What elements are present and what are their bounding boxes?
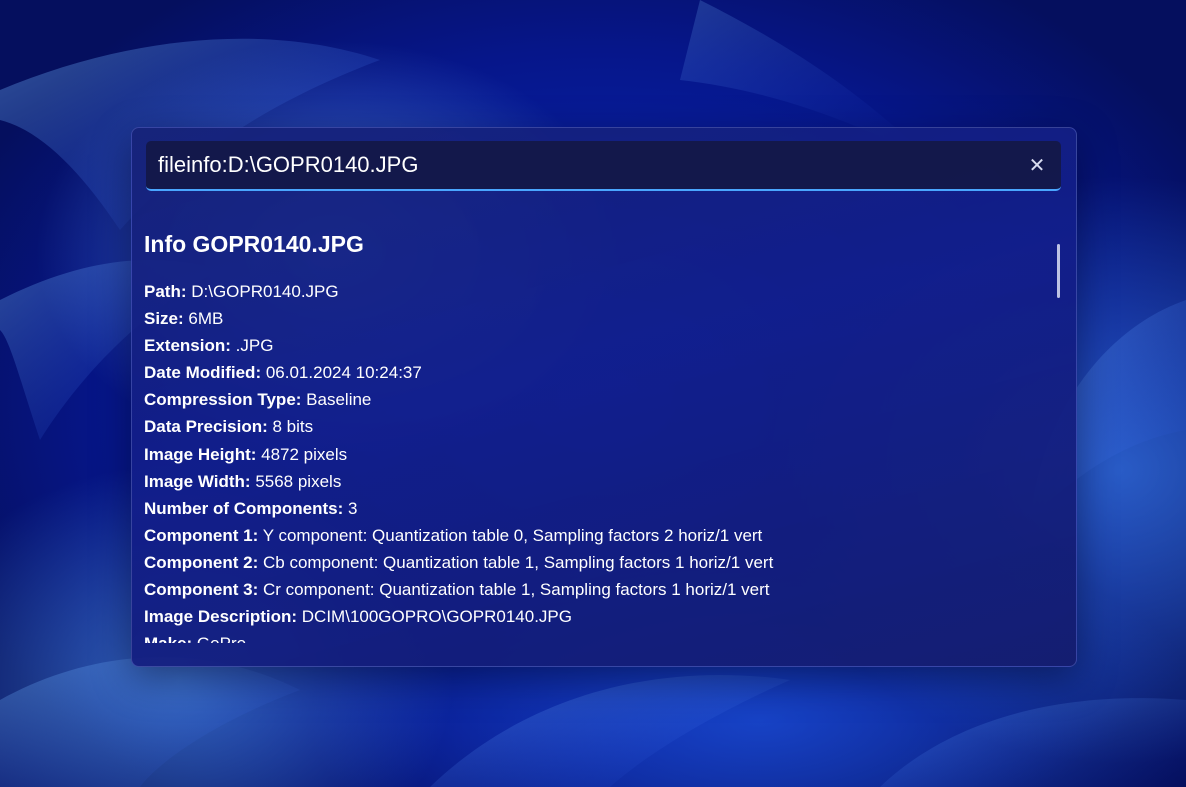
results-pane: Info GOPR0140.JPG Path: D:\GOPR0140.JPG … [144,218,1044,643]
search-input[interactable] [158,149,998,181]
property-label: Number of Components: [144,498,344,518]
property-value: 06.01.2024 10:24:37 [265,363,422,383]
property-value: 5568 pixels [255,471,342,491]
property-row: Data Precision: 8 bits [144,413,1024,440]
property-label: Compression Type: [144,390,302,410]
property-label: Component 1: [144,525,259,545]
property-label: Size: [144,309,184,329]
property-value: 4872 pixels [261,444,348,464]
property-value: 6MB [188,309,224,329]
property-row: Number of Components: 3 [144,495,1024,522]
property-row: Component 3: Cr component: Quantization … [144,576,1024,603]
property-row: Compression Type: Baseline [144,386,1024,413]
property-row: Date Modified: 06.01.2024 10:24:37 [144,359,1024,386]
property-row: Image Description: DCIM\100GOPRO\GOPR014… [144,603,1024,630]
property-value: Y component: Quantization table 0, Sampl… [262,525,763,545]
close-icon[interactable]: ✕ [1023,151,1051,179]
property-label: Component 2: [144,552,259,572]
info-title: Info GOPR0140.JPG [144,231,364,257]
property-value: DCIM\100GOPRO\GOPR0140.JPG [301,607,572,627]
property-value: 3 [348,498,358,518]
property-value: D:\GOPR0140.JPG [191,282,339,301]
property-value: Cb component: Quantization table 1, Samp… [263,552,774,572]
property-label: Image Description: [144,607,298,627]
property-value: .JPG [235,336,274,356]
property-label: Date Modified: [144,363,262,383]
property-row: Component 2: Cb component: Quantization … [144,549,1024,576]
property-row: Path: D:\GOPR0140.JPG [144,278,1024,305]
property-value: Baseline [306,390,372,410]
property-row: Image Height: 4872 pixels [144,441,1024,468]
property-label: Extension: [144,336,231,356]
search-box[interactable]: ✕ [146,141,1061,191]
launcher-panel: ✕ Info GOPR0140.JPG Path: D:\GOPR0140.JP… [131,127,1077,667]
property-label: Component 3: [144,580,259,600]
property-row: Extension: .JPG [144,332,1024,359]
property-row: Image Width: 5568 pixels [144,468,1024,495]
property-label: Make: [144,634,192,643]
property-list: Path: D:\GOPR0140.JPG Size: 6MB Extensio… [144,278,1024,643]
property-value: GoPro [197,634,246,643]
property-label: Data Precision: [144,417,268,437]
property-label: Image Width: [144,471,251,491]
property-row: Size: 6MB [144,305,1024,332]
property-label: Image Height: [144,444,257,464]
property-label: Path: [144,282,187,301]
property-row: Make: GoPro [144,630,1024,643]
property-value: 8 bits [272,417,314,437]
scrollbar-thumb[interactable] [1057,244,1060,298]
property-value: Cr component: Quantization table 1, Samp… [263,580,770,600]
property-row: Component 1: Y component: Quantization t… [144,522,1024,549]
